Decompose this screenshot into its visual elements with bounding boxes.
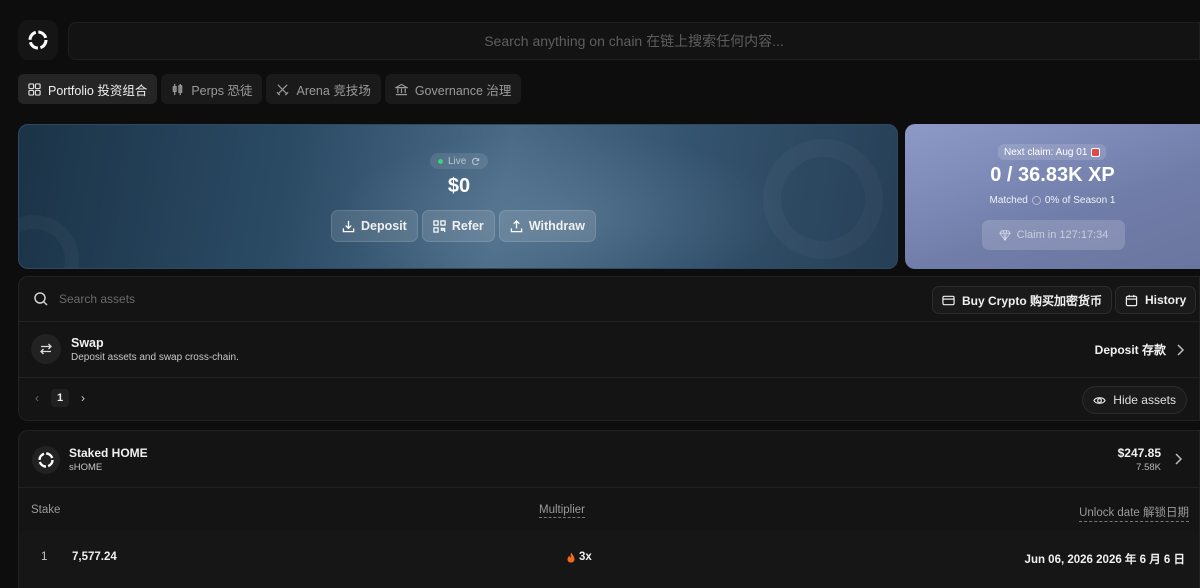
swap-title: Swap <box>71 336 104 350</box>
swap-deposit-link[interactable]: Deposit 存款 <box>1095 341 1185 358</box>
claim-button[interactable]: Claim in 127:17:34 <box>982 220 1125 250</box>
candles-icon <box>173 83 183 95</box>
chevron-right-icon[interactable] <box>1174 453 1183 465</box>
swap-arrows-icon <box>40 343 52 355</box>
token-usd-value: $247.85 <box>1117 446 1161 460</box>
row-index: 1 <box>41 551 48 563</box>
matched-label: Matched <box>989 195 1028 206</box>
grid-icon <box>28 82 41 96</box>
tab-perps[interactable]: Perps 恐徒 <box>161 74 263 104</box>
progress-ring-icon <box>1031 196 1041 205</box>
refer-button[interactable]: Refer <box>421 210 495 242</box>
xp-progress-line: Matched 0% of Season 1 <box>905 195 1200 206</box>
card-decoration <box>19 215 79 268</box>
season-progress: 0% of Season 1 <box>1044 195 1116 206</box>
tab-governance[interactable]: Governance 治理 <box>384 74 522 104</box>
swap-description: Deposit assets and swap cross-chain. <box>71 352 239 363</box>
history-label: History <box>1145 293 1187 307</box>
calendar-icon <box>1125 294 1138 306</box>
table-row <box>19 531 1199 588</box>
deposit-label: Deposit <box>361 219 407 233</box>
tab-portfolio-label: Portfolio 投资组合 <box>48 83 148 98</box>
global-search-input[interactable]: Search anything on chain 在链上搜索任何内容... <box>68 22 1200 60</box>
hide-assets-label: Hide assets <box>1113 393 1176 407</box>
staked-position-panel: Staked HOME sHOME $247.85 7.58K Stake Mu… <box>18 430 1200 588</box>
tab-arena[interactable]: Arena 竞技场 <box>266 74 381 104</box>
home-logo-button[interactable] <box>18 20 58 60</box>
credit-card-icon <box>942 295 955 305</box>
flame-icon <box>567 552 575 562</box>
download-icon <box>342 220 355 232</box>
prev-page-button[interactable]: ‹ <box>35 391 39 405</box>
token-amount: 7.58K <box>1136 462 1161 473</box>
tab-arena-label: Arena 竞技场 <box>296 83 371 98</box>
eye-icon <box>1093 396 1107 404</box>
balance-actions: Deposit Refer Withdraw <box>331 210 596 242</box>
card-decoration <box>763 139 883 259</box>
next-claim-badge: Next claim: Aug 01 <box>998 144 1107 160</box>
tab-portfolio[interactable]: Portfolio 投资组合 <box>18 74 158 104</box>
bank-icon <box>394 83 408 95</box>
asset-search-input[interactable]: Search assets <box>33 291 135 307</box>
buy-crypto-button[interactable]: Buy Crypto 购买加密货币 <box>932 286 1113 314</box>
calendar-icon <box>1091 147 1101 157</box>
qr-code-icon <box>433 219 446 233</box>
token-name: Staked HOME <box>69 446 148 460</box>
xp-card: Next claim: Aug 01 0 / 36.83K XP Matched… <box>905 124 1200 269</box>
stake-amount: 7,577.24 <box>72 551 117 563</box>
column-header-stake: Stake <box>31 504 61 516</box>
pagination: ‹ 1 › <box>35 389 85 407</box>
page-number[interactable]: 1 <box>51 389 69 407</box>
portfolio-balance: $0 <box>447 175 471 197</box>
multiplier-value: 3x <box>579 551 592 563</box>
asset-search-placeholder: Search assets <box>59 292 136 306</box>
swap-icon-badge <box>31 334 61 364</box>
live-badge: Live <box>430 153 489 169</box>
unlock-date: Jun 06, 2026 2026 年 6 月 6 日 <box>1024 554 1185 566</box>
divider <box>19 487 1199 488</box>
withdraw-label: Withdraw <box>528 219 585 233</box>
assets-panel: Search assets Buy Crypto 购买加密货币 History … <box>18 276 1200 421</box>
logo-icon <box>28 30 48 50</box>
divider <box>19 321 1199 322</box>
token-logo <box>32 446 60 474</box>
tab-governance-label: Governance 治理 <box>414 83 512 98</box>
home-token-icon <box>38 452 54 468</box>
diamond-icon <box>998 230 1011 241</box>
divider <box>19 377 1199 378</box>
main-nav: Portfolio 投资组合 Perps 恐徒 Arena 竞技场 Govern… <box>18 74 522 104</box>
token-symbol: sHOME <box>69 462 103 473</box>
tab-perps-label: Perps 恐徒 <box>191 83 253 98</box>
claim-label: Claim in 127:17:34 <box>1016 229 1109 241</box>
withdraw-button[interactable]: Withdraw <box>498 210 596 242</box>
refresh-icon[interactable] <box>471 157 480 166</box>
history-button[interactable]: History <box>1115 286 1197 314</box>
search-icon <box>34 292 48 306</box>
upload-icon <box>510 219 523 232</box>
next-claim-label: Next claim: Aug 01 <box>1004 146 1088 158</box>
next-page-button[interactable]: › <box>81 391 85 405</box>
xp-total: 0 / 36.83K XP <box>990 164 1115 186</box>
buy-crypto-label: Buy Crypto 购买加密货币 <box>962 293 1103 308</box>
live-label: Live <box>448 155 467 167</box>
balance-card: Live $0 Deposit Refer Withdraw <box>18 124 898 269</box>
chevron-right-icon <box>1177 343 1185 356</box>
column-header-multiplier: Multiplier <box>539 504 586 518</box>
global-search-placeholder: Search anything on chain 在链上搜索任何内容... <box>484 33 784 49</box>
column-header-unlock-date: Unlock date 解锁日期 <box>1079 504 1189 522</box>
swords-icon <box>276 83 289 95</box>
live-dot-icon <box>438 158 443 164</box>
hide-assets-button[interactable]: Hide assets <box>1082 386 1187 414</box>
refer-label: Refer <box>451 219 484 233</box>
deposit-button[interactable]: Deposit <box>331 210 418 242</box>
swap-deposit-label: Deposit 存款 <box>1094 343 1166 357</box>
multiplier-cell: 3x <box>567 551 592 563</box>
